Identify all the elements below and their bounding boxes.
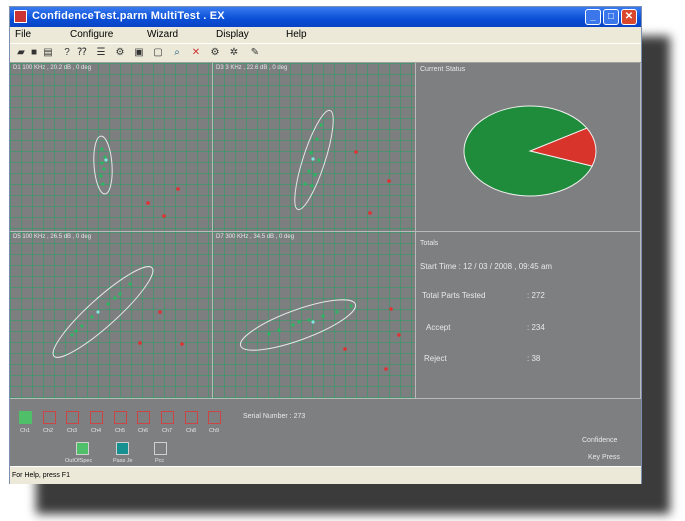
reject-label: Reject (424, 354, 447, 363)
app-window: ConfidenceTest.parm MultiTest . EX _ □ ✕… (9, 6, 642, 484)
accept-value: : 234 (527, 323, 545, 332)
menu-file[interactable]: File (15, 29, 31, 40)
toolbar: ▰ ■ ▤ ? ⁇ ☰ ⚙ ▣ ▢ ⌕ ✕ ⚙ ✲ ✎ (10, 43, 641, 63)
reject-value: : 38 (527, 354, 541, 363)
print-icon[interactable]: ▤ (41, 46, 55, 60)
main-area: D1 100 KHz , 20.2 dB , 0 deg D3 3 KHz , … (10, 63, 641, 466)
channel-label: Ch7 (162, 428, 173, 434)
document-icon[interactable]: ▢ (151, 46, 165, 60)
legend-pass-label: Pass Je (113, 458, 133, 464)
settings-icon[interactable]: ☰ (94, 46, 108, 60)
zoom-icon[interactable]: ⌕ (170, 46, 184, 60)
legend-pcc-label: Pcc (155, 458, 165, 464)
window-title: ConfidenceTest.parm MultiTest . EX (32, 10, 225, 22)
channel-label: Ch1 (20, 428, 31, 434)
channel-box-9[interactable] (208, 411, 221, 424)
close-button[interactable]: ✕ (621, 9, 637, 25)
window-icon[interactable]: ▣ (132, 46, 146, 60)
chart-icon[interactable]: ✲ (227, 46, 241, 60)
channel-label: Ch6 (138, 428, 149, 434)
channel-strip: Ch1 Ch2 Ch3 Ch4 Ch5 Ch6 Ch7 Ch8 Ch9 Seri… (10, 399, 641, 466)
channel-label: Ch5 (115, 428, 126, 434)
config-icon[interactable]: ⚙ (208, 46, 222, 60)
plot-d5[interactable]: D5 100 KHz , 26.5 dB , 0 deg (10, 232, 213, 399)
channel-box-5[interactable] (114, 411, 127, 424)
legend-outofspec-swatch (76, 442, 89, 455)
channel-label: Ch8 (186, 428, 197, 434)
cursor-icon[interactable]: ✕ (189, 46, 203, 60)
status-bar: For Help, press F1 (10, 466, 641, 484)
plot-d3-graph (294, 109, 391, 215)
channel-label: Ch4 (91, 428, 102, 434)
channel-label: Ch3 (67, 428, 78, 434)
keypress-label[interactable]: Key Press (588, 454, 620, 461)
plot-d3[interactable]: D3 3 KHz , 22.6 dB , 0 deg (213, 63, 416, 232)
question-icon[interactable]: ⁇ (75, 46, 89, 60)
app-icon (14, 10, 27, 23)
status-pie-chart (463, 105, 597, 197)
start-time: Start Time : 12 / 03 / 2008 , 09:45 am (420, 262, 553, 271)
minimize-button[interactable]: _ (585, 9, 601, 25)
menu-help[interactable]: Help (286, 29, 307, 40)
save-icon[interactable]: ■ (27, 46, 41, 60)
accept-label: Accept (426, 323, 451, 332)
plot-d5-graph (52, 266, 184, 358)
channel-label: Ch9 (209, 428, 220, 434)
totals-panel: Totals Start Time : 12 / 03 / 2008 , 09:… (416, 232, 641, 399)
serial-number: Serial Number : 273 (243, 413, 306, 420)
legend-pcc-swatch (154, 442, 167, 455)
menu-configure[interactable]: Configure (70, 29, 113, 40)
pen-icon[interactable]: ✎ (248, 46, 262, 60)
channel-box-2[interactable] (43, 411, 56, 424)
menu-display[interactable]: Display (216, 29, 249, 40)
legend-outofspec-label: OutOfSpec (65, 458, 93, 464)
confidence-label[interactable]: Confidence (582, 437, 617, 444)
total-parts-value: : 272 (527, 291, 545, 300)
status-bar-text: For Help, press F1 (12, 472, 70, 479)
menu-wizard[interactable]: Wizard (147, 29, 178, 40)
open-icon[interactable]: ▰ (14, 46, 28, 60)
channel-label: Ch2 (43, 428, 54, 434)
plot-d1[interactable]: D1 100 KHz , 20.2 dB , 0 deg (10, 63, 213, 232)
tools-icon[interactable]: ⚙ (113, 46, 127, 60)
channel-box-8[interactable] (185, 411, 198, 424)
channel-box-3[interactable] (66, 411, 79, 424)
menu-bar: File Configure Wizard Display Help (10, 27, 641, 43)
channel-box-6[interactable] (137, 411, 150, 424)
maximize-button[interactable]: □ (603, 9, 619, 25)
channel-box-1[interactable] (19, 411, 32, 424)
title-bar[interactable]: ConfidenceTest.parm MultiTest . EX _ □ ✕ (10, 7, 641, 27)
total-parts-label: Total Parts Tested (422, 291, 486, 300)
channel-box-4[interactable] (90, 411, 103, 424)
channel-box-7[interactable] (161, 411, 174, 424)
help-icon[interactable]: ? (60, 46, 74, 60)
plot-d7[interactable]: D7 300 KHz , 34.5 dB , 0 deg (213, 232, 416, 399)
plot-d7-graph (239, 299, 401, 371)
legend-pass-swatch (116, 442, 129, 455)
current-status-panel: Current Status (416, 63, 641, 232)
totals-title: Totals (420, 240, 439, 247)
plot-d1-graph (93, 135, 180, 218)
